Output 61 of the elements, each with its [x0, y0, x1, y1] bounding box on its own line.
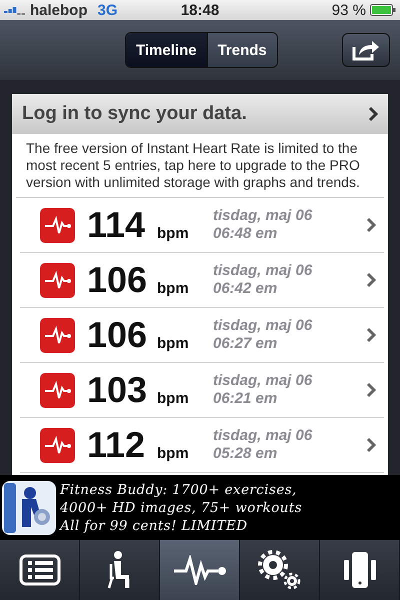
share-icon	[352, 39, 380, 61]
clock-time: 18:48	[180, 2, 220, 18]
entry-date: tisdag, maj 06	[213, 262, 312, 280]
battery-percent: 93 %	[332, 2, 366, 18]
tab-bar-item[interactable]	[240, 540, 320, 600]
entry-row[interactable]: 106 bpm tisdag, maj 06 06:27 em	[20, 308, 384, 363]
carrier-name: halebop	[30, 2, 88, 18]
entry-date: tisdag, maj 06	[213, 207, 312, 225]
entry-time: 06:48 em	[213, 225, 278, 243]
network-type: 3G	[98, 2, 118, 18]
bpm-unit: bpm	[157, 280, 190, 297]
tab-bar-item[interactable]	[80, 540, 160, 600]
entry-row[interactable]: 112 bpm tisdag, maj 06 05:28 em	[20, 418, 384, 473]
chevron-icon	[368, 106, 378, 122]
bpm-value: 103	[87, 369, 148, 411]
ad-text: 4000+ HD images, 75+ workouts	[60, 498, 302, 516]
heartbeat-icon	[40, 318, 75, 352]
heartbeat-icon	[40, 208, 75, 242]
bpm-unit: bpm	[157, 225, 190, 242]
upgrade-notice[interactable]: The free version of Instant Heart Rate is limited to the most recent 5 entries, tap here to upgrade to the PRO version with unlimited storage with graphs and trends.	[16, 134, 384, 198]
tab-bar-item[interactable]	[0, 540, 80, 600]
bpm-value: 112	[87, 424, 146, 466]
list-icon	[18, 554, 60, 586]
entry-time: 05:28 em	[213, 445, 278, 463]
settings-icon	[258, 550, 302, 590]
bpm-unit: bpm	[157, 445, 190, 462]
segment-tab[interactable]: Timeline	[126, 33, 207, 67]
heartbeat-icon	[40, 262, 75, 298]
ad-text: Fitness Buddy: 1700+ exercises,	[60, 480, 298, 498]
phone-vibrate-icon	[342, 550, 378, 590]
chevron-icon	[366, 382, 376, 398]
bpm-value: 114	[87, 204, 146, 246]
entry-row[interactable]: 106 bpm tisdag, maj 06 06:42 em	[20, 253, 384, 308]
bpm-unit: bpm	[157, 335, 190, 352]
ad-banner[interactable]: Fitness Buddy: 1700+ exercises, 4000+ HD images, 75+ workouts All for 99 cents! LIMITED	[0, 475, 400, 540]
entry-time: 06:42 em	[213, 280, 278, 298]
ad-text: All for 99 cents! LIMITED	[60, 516, 248, 534]
entry-row[interactable]: 103 bpm tisdag, maj 06 06:21 em	[20, 363, 384, 418]
segment-tab[interactable]: Trends	[206, 33, 277, 67]
chevron-icon	[366, 272, 376, 288]
entry-date: tisdag, maj 06	[213, 427, 312, 445]
heartbeat-icon	[40, 428, 75, 462]
chevron-icon	[366, 327, 376, 343]
chevron-icon	[366, 217, 376, 233]
bpm-value: 106	[87, 259, 148, 301]
heartbeat-icon	[172, 555, 228, 585]
entry-date: tisdag, maj 06	[213, 372, 312, 390]
bpm-unit: bpm	[157, 390, 190, 407]
signal-icon	[4, 5, 26, 15]
share-button[interactable]	[342, 33, 390, 67]
bpm-value: 106	[87, 314, 148, 356]
chevron-icon	[366, 437, 376, 453]
heartbeat-icon	[40, 372, 75, 408]
tab-bar-item[interactable]	[320, 540, 400, 600]
battery-icon	[370, 4, 396, 16]
login-row[interactable]: Log in to sync your data.	[12, 94, 388, 134]
tab-bar-item[interactable]	[160, 540, 240, 600]
entry-row[interactable]: 114 bpm tisdag, maj 06 06:48 em	[20, 198, 384, 253]
entry-date: tisdag, maj 06	[213, 317, 312, 335]
entry-time: 06:21 em	[213, 390, 278, 408]
entry-time: 06:27 em	[213, 335, 278, 353]
